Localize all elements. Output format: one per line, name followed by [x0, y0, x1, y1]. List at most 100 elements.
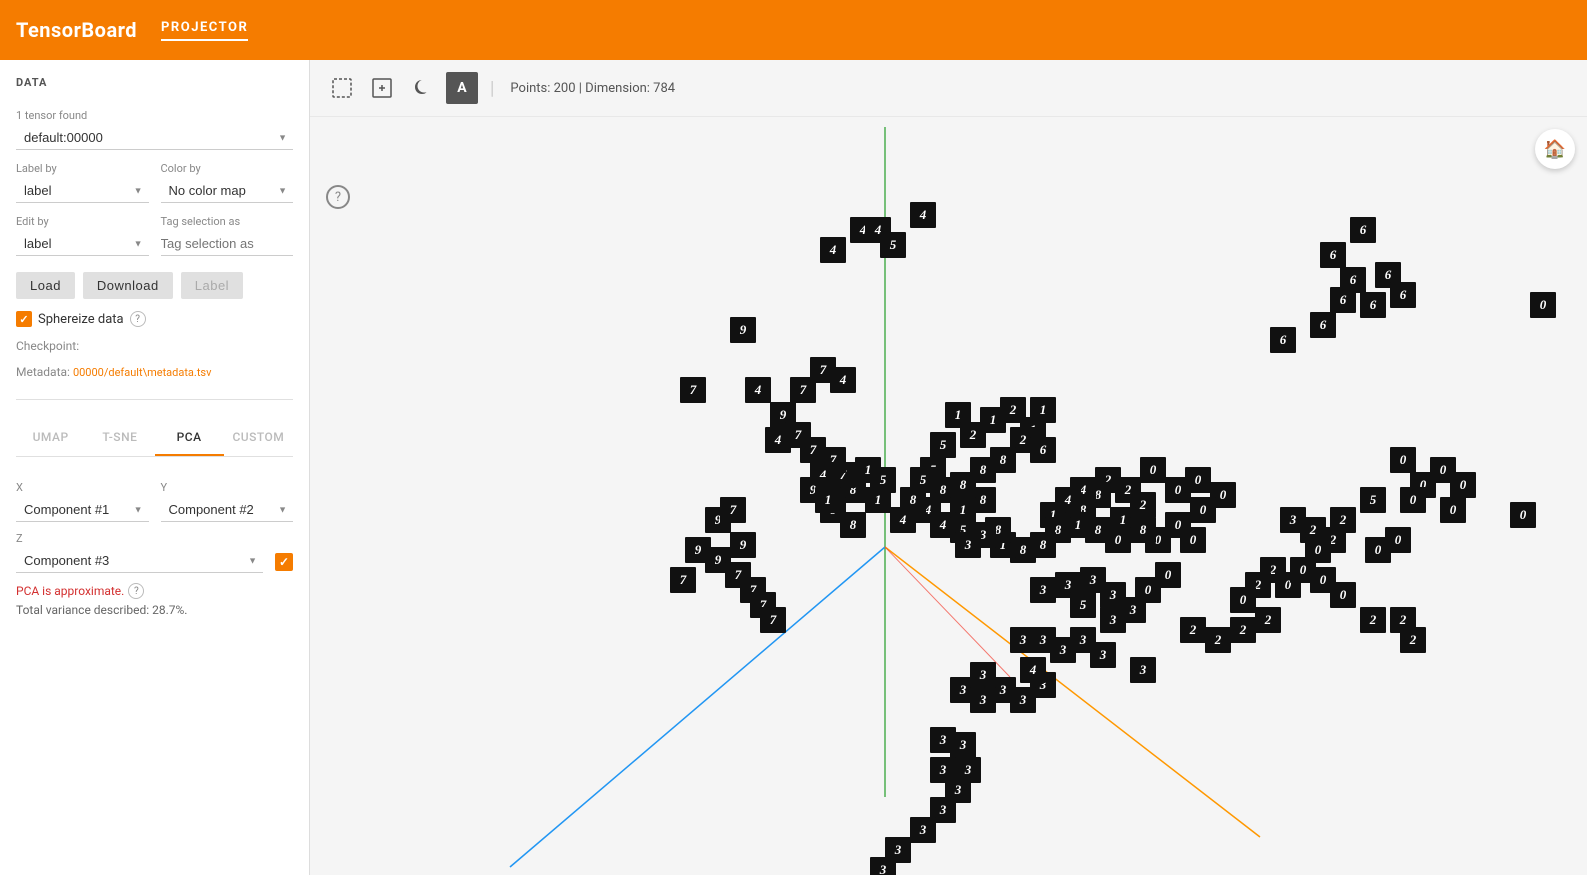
digit-item[interactable]: 6 — [1310, 312, 1336, 338]
digit-item[interactable]: 1 — [815, 487, 841, 513]
digit-item[interactable]: 2 — [1360, 607, 1386, 633]
color-by-select[interactable]: No color map — [161, 179, 294, 203]
app-brand: TensorBoard — [16, 18, 137, 42]
digit-item[interactable]: 6 — [1320, 242, 1346, 268]
x-axis-select[interactable]: Component #1 — [16, 498, 149, 522]
label-by-wrapper: label — [16, 179, 149, 203]
digit-item[interactable]: 4 — [820, 237, 846, 263]
help-button[interactable]: ? — [326, 185, 350, 209]
digit-item[interactable]: 9 — [730, 317, 756, 343]
label-by-select[interactable]: label — [16, 179, 149, 203]
label-color-row: Label by label Color by No color map — [16, 162, 293, 203]
edit-by-select[interactable]: label — [16, 232, 149, 256]
toolbar: A | Points: 200 | Dimension: 784 — [310, 60, 1587, 117]
digit-item[interactable]: 2 — [1255, 607, 1281, 633]
digit-item[interactable]: 9 — [730, 532, 756, 558]
digit-item[interactable]: 5 — [1360, 487, 1386, 513]
checkpoint-row: Checkpoint: — [16, 339, 293, 353]
digit-item[interactable]: 3 — [1030, 577, 1056, 603]
digit-item[interactable]: 4 — [745, 377, 771, 403]
sphereize-checkbox[interactable] — [16, 311, 32, 327]
digit-item[interactable]: 4 — [765, 427, 791, 453]
action-buttons-row: Load Download Label — [16, 272, 293, 299]
digit-item[interactable]: 7 — [680, 377, 706, 403]
digit-item[interactable]: 3 — [1130, 657, 1156, 683]
digit-item[interactable]: 0 — [1230, 587, 1256, 613]
digit-item[interactable]: 7 — [670, 567, 696, 593]
digit-item[interactable]: 6 — [1030, 437, 1056, 463]
digit-item[interactable]: 0 — [1180, 527, 1206, 553]
digit-item[interactable]: 3 — [870, 857, 896, 875]
digit-item[interactable]: 4 — [910, 202, 936, 228]
y-axis-wrapper: Component #2 — [161, 498, 294, 522]
nav-projector[interactable]: PROJECTOR — [161, 20, 248, 41]
digit-item[interactable]: 2 — [1180, 617, 1206, 643]
digit-item[interactable]: 3 — [950, 732, 976, 758]
digit-item[interactable]: 0 — [1450, 472, 1476, 498]
zoom-tool-button[interactable] — [366, 72, 398, 104]
digit-item[interactable]: 3 — [1090, 642, 1116, 668]
digit-item[interactable]: 3 — [910, 817, 936, 843]
digit-item[interactable]: 6 — [1360, 292, 1386, 318]
edit-by-wrapper: label — [16, 232, 149, 256]
digit-item[interactable]: 0 — [1530, 292, 1556, 318]
digit-item[interactable]: 2 — [1205, 627, 1231, 653]
digit-item[interactable]: 0 — [1185, 467, 1211, 493]
tab-pca[interactable]: PCA — [155, 420, 224, 456]
digit-item[interactable]: 0 — [1155, 562, 1181, 588]
load-button[interactable]: Load — [16, 272, 75, 299]
tab-umap[interactable]: UMAP — [16, 420, 85, 456]
digit-item[interactable]: 3 — [955, 532, 981, 558]
digit-item[interactable]: 6 — [1270, 327, 1296, 353]
digit-item[interactable]: 0 — [1510, 502, 1536, 528]
digit-item[interactable]: 0 — [1440, 497, 1466, 523]
digit-item[interactable]: 6 — [1350, 217, 1376, 243]
digit-item[interactable]: 0 — [1140, 457, 1166, 483]
digit-item[interactable]: 8 — [990, 447, 1016, 473]
digit-item[interactable]: 0 — [1390, 447, 1416, 473]
color-by-group: Color by No color map — [161, 162, 294, 203]
digit-item[interactable]: 3 — [1280, 507, 1306, 533]
digit-item[interactable]: 5 — [1070, 592, 1096, 618]
tensor-select[interactable]: default:00000 — [16, 126, 293, 150]
digit-item[interactable]: 5 — [930, 432, 956, 458]
pca-help-icon[interactable]: ? — [128, 583, 144, 599]
digit-item[interactable]: 5 — [910, 467, 936, 493]
digit-item[interactable]: 0 — [1330, 582, 1356, 608]
digit-item[interactable]: 4 — [1020, 657, 1046, 683]
tag-selection-input[interactable] — [161, 232, 294, 256]
z-checkbox[interactable]: ✓ — [275, 553, 293, 571]
digit-item[interactable]: 0 — [1190, 497, 1216, 523]
digit-item[interactable]: 8 — [840, 512, 866, 538]
main-area: A | Points: 200 | Dimension: 784 🏠 ? — [310, 60, 1587, 875]
digit-item[interactable]: 2 — [1390, 607, 1416, 633]
digit-item[interactable]: 0 — [1400, 487, 1426, 513]
digit-item[interactable]: 4 — [890, 507, 916, 533]
digit-item[interactable]: 7 — [720, 497, 746, 523]
digit-item[interactable]: 0 — [1385, 527, 1411, 553]
digit-item[interactable]: 0 — [1305, 537, 1331, 563]
text-tool-button[interactable]: A — [446, 72, 478, 104]
digit-item[interactable]: 6 — [1330, 287, 1356, 313]
digit-item[interactable]: 7 — [760, 607, 786, 633]
night-tool-button[interactable] — [406, 72, 438, 104]
tab-tsne[interactable]: T-SNE — [85, 420, 154, 456]
method-tabs: UMAP T-SNE PCA CUSTOM — [16, 420, 293, 457]
digit-item[interactable]: 4 — [865, 217, 891, 243]
digit-item[interactable]: 8 — [1130, 517, 1156, 543]
sphereize-help-icon[interactable]: ? — [130, 311, 146, 327]
z-axis-select[interactable]: Component #3 — [16, 549, 263, 573]
digit-item[interactable]: 1 — [1030, 397, 1056, 423]
digit-item[interactable]: 4 — [830, 367, 856, 393]
digit-item[interactable]: 6 — [1390, 282, 1416, 308]
download-button[interactable]: Download — [83, 272, 173, 299]
digit-item[interactable]: 2 — [1230, 617, 1256, 643]
metadata-link[interactable]: 00000/default\metadata.tsv — [73, 366, 211, 379]
selection-tool-button[interactable] — [326, 72, 358, 104]
visualization-area[interactable]: 🏠 ? 4 4 4 5 4 — [310, 117, 1587, 875]
y-axis-select[interactable]: Component #2 — [161, 498, 294, 522]
label-button[interactable]: Label — [181, 272, 243, 299]
home-button[interactable]: 🏠 — [1535, 129, 1575, 169]
digit-item[interactable]: 3 — [970, 687, 996, 713]
tab-custom[interactable]: CUSTOM — [224, 420, 293, 456]
